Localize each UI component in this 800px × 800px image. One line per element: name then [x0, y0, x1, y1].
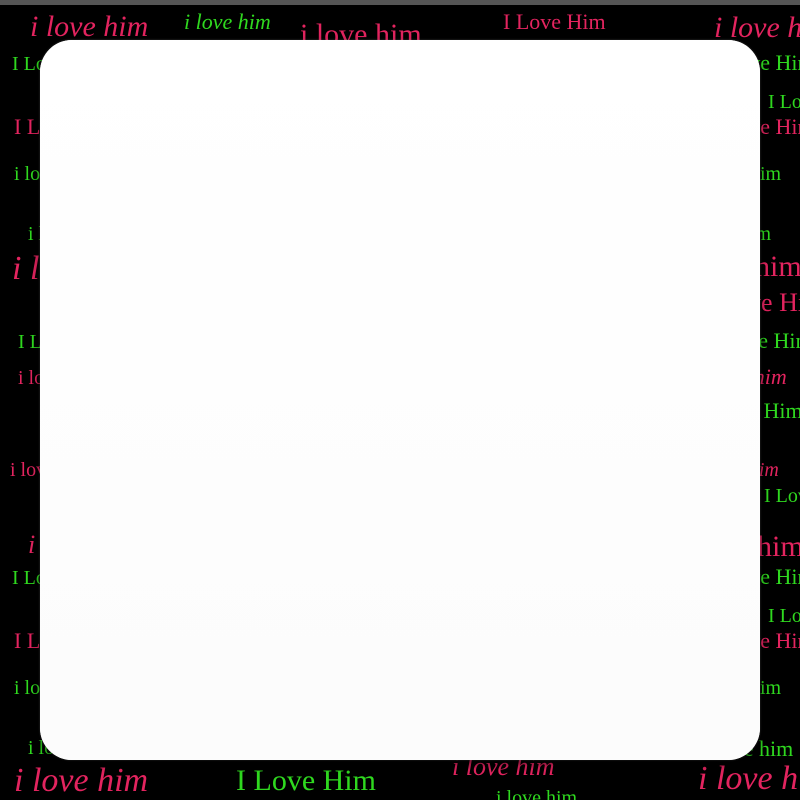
screen: i love him i love him i love him I Love …: [0, 0, 800, 800]
blank-panel-content: [40, 40, 760, 760]
wallpaper-phrase: i love him: [30, 10, 149, 43]
wallpaper-phrase: I Love Him: [768, 91, 800, 113]
wallpaper-phrase: I Love Him: [764, 485, 800, 507]
wallpaper-phrase: I Love Him: [503, 9, 606, 34]
wallpaper-phrase: I Love Him: [768, 605, 800, 627]
wallpaper-phrase: i love him: [698, 760, 800, 797]
wallpaper-phrase: i love him: [714, 11, 800, 44]
blank-panel: [40, 40, 760, 760]
wallpaper-phrase: i love him: [14, 762, 149, 799]
wallpaper-phrase: I Love Him: [236, 764, 376, 797]
wallpaper-phrase: i love him: [184, 9, 271, 34]
wallpaper-phrase: i love him: [496, 787, 578, 800]
